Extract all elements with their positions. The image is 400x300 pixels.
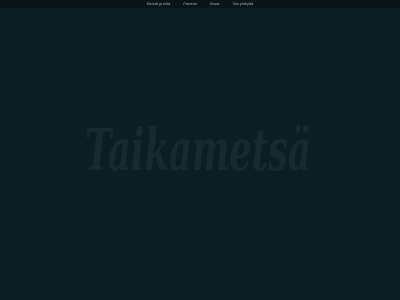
taikametsa-logo: Taikametsä (85, 116, 311, 184)
hero-section: Taikametsä (0, 8, 400, 300)
nav-link-kuvat[interactable]: Kuvat (210, 0, 220, 8)
nav-link-palvelut[interactable]: Palvelut (183, 0, 197, 8)
nav-link-meista[interactable]: Meistä ja mitä (147, 0, 171, 8)
logo-wordmark: Taikametsä (85, 116, 311, 184)
nav-link-ota-yhteytta[interactable]: Ota yhteyttä (233, 0, 254, 8)
top-navigation: Meistä ja mitä Palvelut Kuvat Ota yhteyt… (0, 0, 400, 8)
